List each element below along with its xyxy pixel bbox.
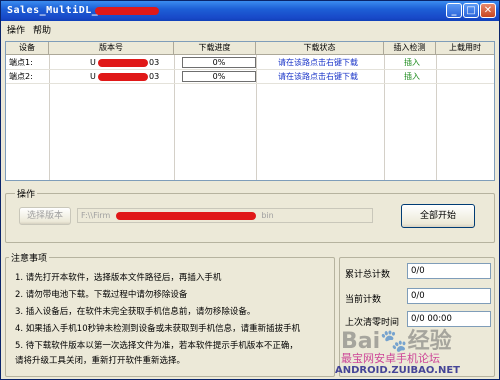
row-divider <box>6 69 494 70</box>
device-table: 设备 版本号 下载进度 下载状态 插入检测 上载用时 端点1: U 03 0% … <box>5 41 495 181</box>
column-header-insert[interactable]: 插入检测 <box>384 42 436 55</box>
minimize-button[interactable]: _ <box>446 3 462 18</box>
maximize-icon: □ <box>466 5 476 16</box>
row-divider <box>6 83 494 84</box>
menu-bar: 操作 帮助 <box>1 21 499 36</box>
window-title: Sales_MultiDL_ <box>7 5 99 16</box>
notes-group-label: 注意事项 <box>9 251 50 264</box>
forum-watermark: 最宝网安卓手机论坛 <box>341 352 440 365</box>
version-cell-suffix: 03 <box>149 72 160 81</box>
device-cell: 端点2: <box>9 72 33 81</box>
column-header-device[interactable]: 设备 <box>6 42 49 55</box>
status-cell[interactable]: 请在该路点击右键下载 <box>278 57 358 69</box>
site-watermark: ANDROID.ZUIBAO.NET <box>335 365 460 376</box>
version-path-field[interactable]: F:\\Firm bin <box>77 208 373 223</box>
column-header-status[interactable]: 下载状态 <box>256 42 384 55</box>
note-item: 4. 如果插入手机10秒钟未检测到设备或未获取到手机信息，请重新插拔手机 <box>15 324 301 334</box>
close-button[interactable]: ✕ <box>480 3 496 18</box>
title-bar[interactable]: Sales_MultiDL_ _ □ ✕ <box>1 1 499 21</box>
insert-cell: 插入 <box>404 72 420 81</box>
note-item: 1. 请先打开本软件，选择版本文件路径后，再插入手机 <box>15 273 222 283</box>
column-header-version[interactable]: 版本号 <box>49 42 174 55</box>
version-redaction <box>98 59 148 67</box>
total-count-value: 0/0 <box>407 263 491 279</box>
note-item: 请将升级工具关闭，重新打开软件重新选择。 <box>15 356 186 366</box>
column-divider <box>174 55 175 180</box>
progress-text: 0% <box>212 58 226 67</box>
note-item: 3. 插入设备后，在软件未完全获取手机信息前，请勿移除设备。 <box>15 307 256 317</box>
select-version-button[interactable]: 选择版本 <box>19 207 71 225</box>
version-cell-prefix: U <box>90 58 96 67</box>
minimize-icon: _ <box>451 5 457 16</box>
operation-group-label: 操作 <box>15 187 38 200</box>
table-header: 设备 版本号 下载进度 下载状态 插入检测 上载用时 <box>6 42 494 55</box>
column-divider <box>384 55 385 180</box>
column-divider <box>436 55 437 180</box>
progress-bar: 0% <box>182 71 256 82</box>
path-prefix: F:\\Firm <box>81 211 111 220</box>
insert-cell: 插入 <box>404 58 420 67</box>
status-cell[interactable]: 请在该路点击右键下载 <box>278 71 358 83</box>
column-divider <box>49 55 50 180</box>
current-count-value: 0/0 <box>407 288 491 304</box>
progress-bar: 0% <box>182 57 256 68</box>
menu-help[interactable]: 帮助 <box>33 23 51 36</box>
app-window: Sales_MultiDL_ _ □ ✕ 操作 帮助 设备 版本号 下载进度 下… <box>0 0 500 380</box>
total-count-label: 累计总计数 <box>345 270 391 280</box>
column-header-progress[interactable]: 下载进度 <box>174 42 256 55</box>
current-count-label: 当前计数 <box>345 295 382 305</box>
version-cell-prefix: U <box>90 72 96 81</box>
title-redaction <box>95 7 159 15</box>
version-redaction <box>98 73 148 81</box>
maximize-button[interactable]: □ <box>463 3 479 18</box>
progress-text: 0% <box>212 72 226 81</box>
menu-operation[interactable]: 操作 <box>7 23 25 36</box>
start-all-button[interactable]: 全部开始 <box>401 204 475 228</box>
column-divider <box>256 55 257 180</box>
path-redaction <box>115 211 256 220</box>
note-item: 5. 待下载软件版本以第一次选择文件为准，若本软件提示手机版本不正确， <box>15 341 298 351</box>
version-cell-suffix: 03 <box>149 58 160 67</box>
close-icon: ✕ <box>483 5 493 16</box>
path-suffix: bin <box>261 211 274 220</box>
device-cell: 端点1: <box>9 58 33 67</box>
note-item: 2. 请勿带电池下载。下载过程中请勿移除设备 <box>15 290 188 300</box>
column-header-upload-time[interactable]: 上载用时 <box>436 42 494 55</box>
